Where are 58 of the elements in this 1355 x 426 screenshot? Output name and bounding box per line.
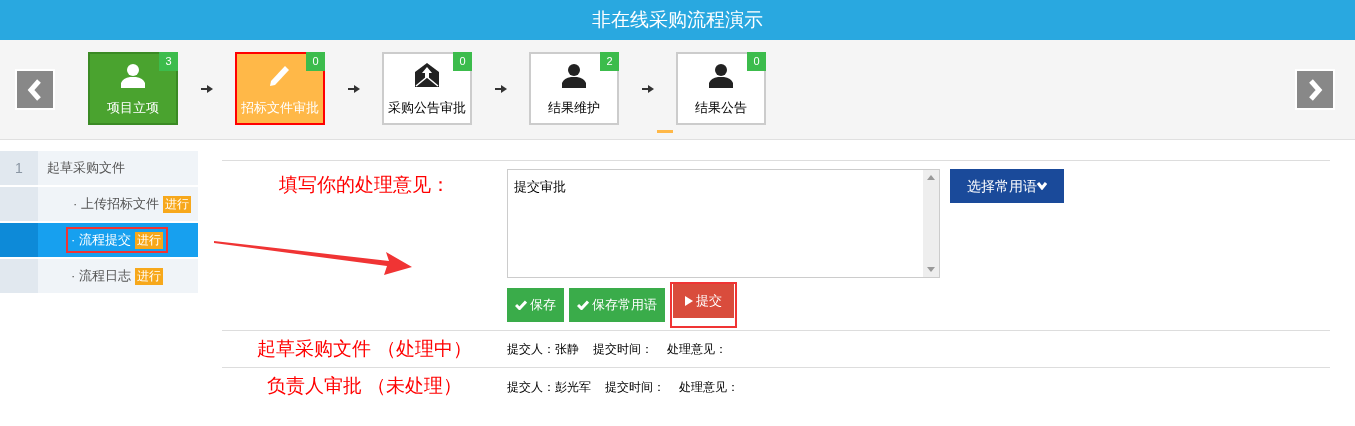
arrow-right-icon — [200, 83, 213, 94]
user-icon — [121, 61, 145, 88]
step-label: 项目立项 — [107, 98, 159, 117]
play-icon — [685, 296, 693, 306]
count-badge: 0 — [306, 52, 325, 71]
user-icon — [562, 61, 586, 88]
arrow-right-icon — [347, 83, 360, 94]
step-label: 结果维护 — [548, 98, 600, 117]
history-info: 提交时间： — [605, 378, 665, 396]
step-number: 1 — [0, 151, 38, 185]
opinion-textarea[interactable]: 提交审批 — [507, 169, 940, 278]
status-badge: 进行 — [134, 267, 163, 285]
opinion-text: 提交审批 — [514, 178, 566, 196]
history-title: 起草采购文件 （处理中） — [257, 336, 472, 361]
history-info: 提交时间： — [593, 341, 653, 358]
check-icon — [577, 300, 589, 310]
previous-button[interactable] — [15, 69, 55, 110]
status-badge: 进行 — [134, 231, 163, 249]
page-title: 非在线采购流程演示 — [592, 7, 763, 32]
history-title: 负责人审批 （未处理） — [266, 374, 463, 399]
sidebar-item-label: · 流程提交 — [71, 231, 131, 250]
history-info: 处理意见： — [679, 378, 739, 396]
history-info: 提交人：张静 — [507, 341, 579, 358]
scroll-up-icon — [927, 175, 935, 180]
step-label: 招标文件审批 — [241, 98, 319, 117]
arrow-right-icon — [494, 83, 507, 94]
step-card[interactable]: 结果公告 0 — [676, 52, 766, 125]
status-badge: 进行 — [163, 195, 191, 213]
sidebar-item[interactable]: · 流程日志 进行 — [38, 259, 198, 293]
count-badge: 0 — [453, 52, 472, 71]
scroll-indicator — [657, 130, 673, 133]
check-icon — [515, 300, 527, 310]
user-icon — [709, 61, 733, 88]
scroll-down-icon — [927, 267, 935, 272]
sidebar-item-label: · 流程日志 — [71, 267, 131, 286]
chevron-right-icon — [1307, 78, 1323, 101]
form-label: 填写你的处理意见： — [279, 173, 450, 197]
phrase-select-button[interactable]: 选择常用语 — [950, 169, 1064, 203]
step-label: 采购公告审批 — [388, 98, 466, 117]
step-label: 结果公告 — [695, 98, 747, 117]
sidebar-gutter — [0, 223, 38, 257]
next-button[interactable] — [1295, 69, 1335, 110]
sidebar-item[interactable]: · 上传招标文件 进行 — [38, 187, 198, 221]
chevron-left-icon — [27, 78, 43, 101]
step-card[interactable]: 结果维护 2 — [529, 52, 619, 125]
count-badge: 3 — [159, 52, 178, 71]
sidebar-gutter — [0, 187, 38, 221]
arrow-right-icon — [641, 83, 654, 94]
sidebar-heading: 起草采购文件 — [38, 151, 198, 185]
count-badge: 0 — [747, 52, 766, 71]
history-info: 处理意见： — [667, 341, 727, 358]
submit-button[interactable]: 提交 — [673, 284, 734, 318]
count-badge: 2 — [600, 52, 619, 71]
chevron-down-icon — [1037, 182, 1047, 190]
history-info: 提交人：彭光军 — [507, 378, 591, 396]
sidebar-item-label: · 上传招标文件 — [73, 195, 159, 214]
step-card[interactable]: 采购公告审批 0 — [382, 52, 472, 125]
sidebar-gutter — [0, 259, 38, 293]
